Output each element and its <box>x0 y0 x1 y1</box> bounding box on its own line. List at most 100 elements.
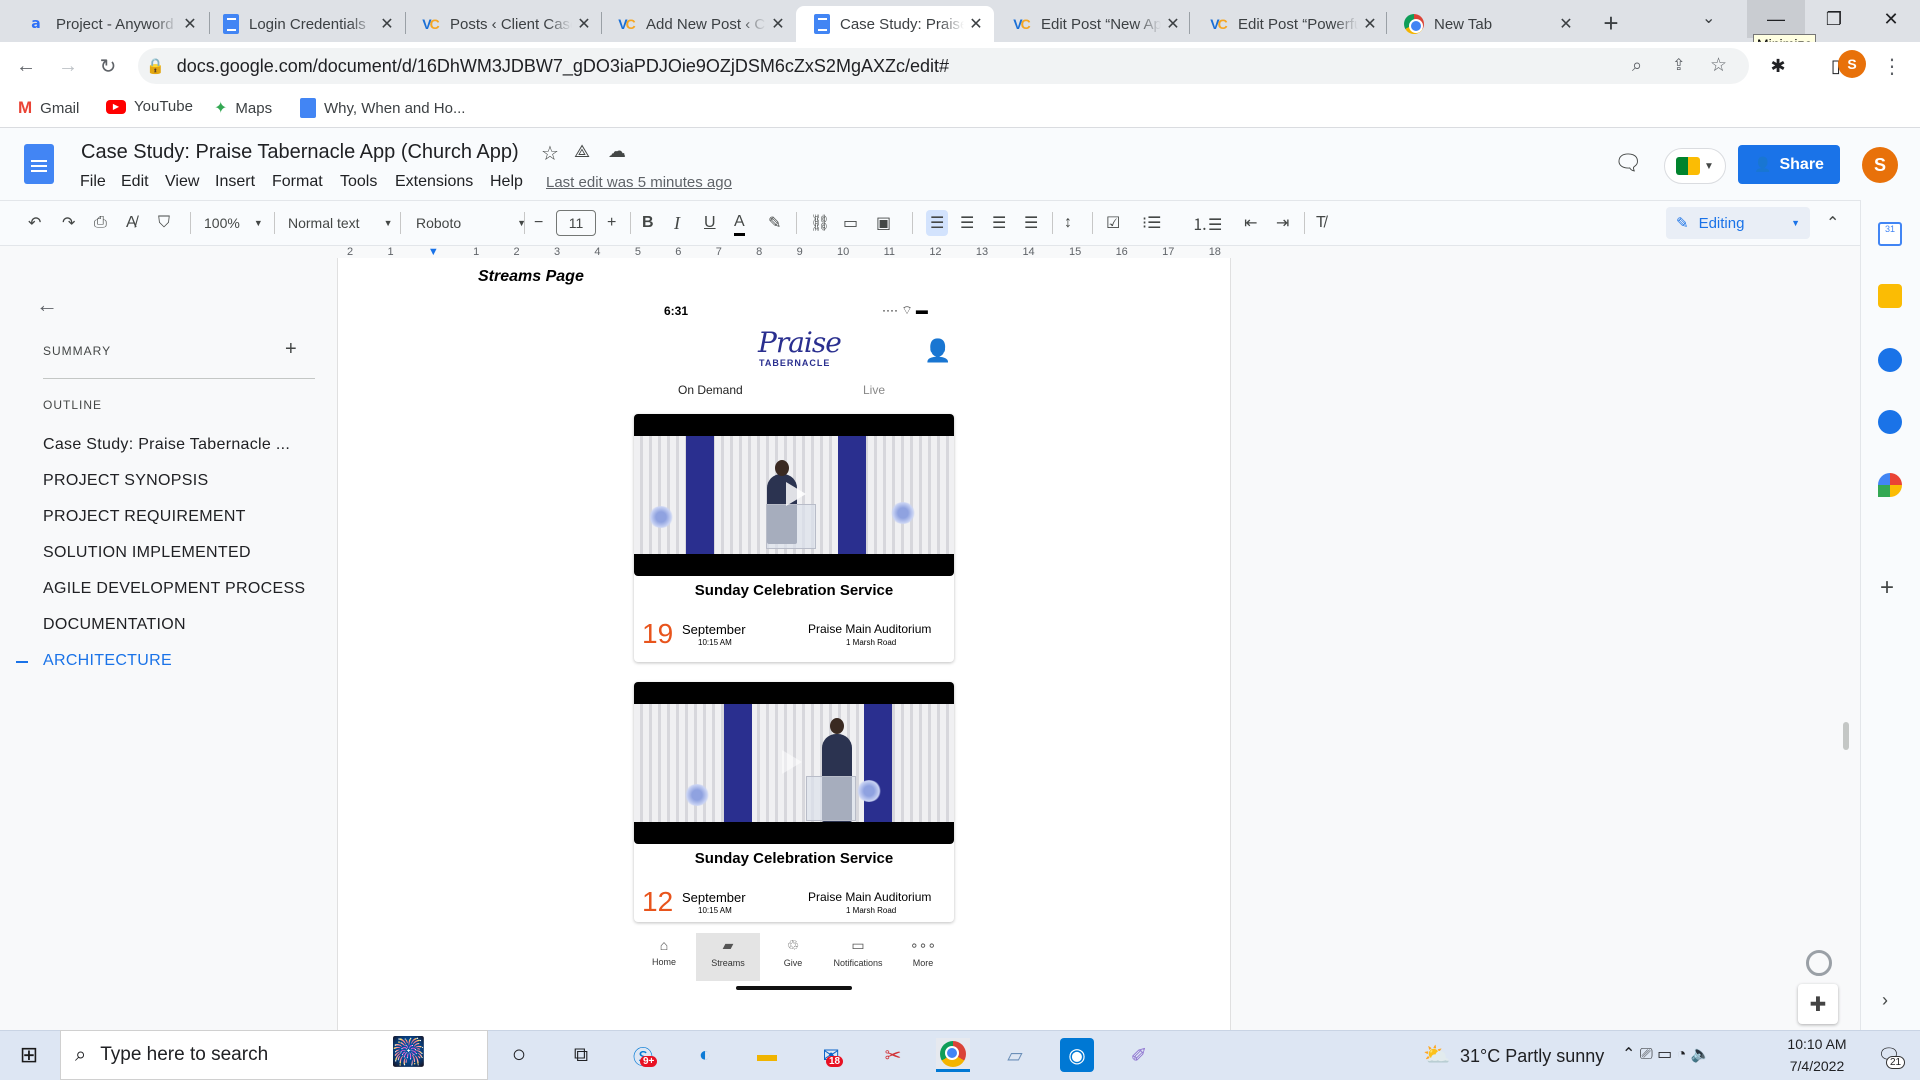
url-text[interactable]: docs.google.com/document/d/16DhWM3JDBW7_… <box>177 56 949 77</box>
outline-item[interactable]: PROJECT REQUIREMENT <box>43 508 246 526</box>
share-button[interactable]: 👤 Share <box>1738 145 1840 184</box>
menu-help[interactable]: Help <box>490 173 523 191</box>
decrease-font-size-icon[interactable]: − <box>534 210 543 236</box>
tab-login-credentials[interactable]: Login Credentials ✕ <box>205 6 405 42</box>
extensions-icon[interactable]: ✱ <box>1762 50 1794 82</box>
explore-button[interactable]: ✚ <box>1798 984 1838 1024</box>
tab-add-new-post[interactable]: VC Add New Post ‹ C ✕ <box>598 6 796 42</box>
back-arrow-icon[interactable]: ← <box>36 292 58 318</box>
new-tab-button[interactable]: + <box>1594 6 1628 40</box>
clear-formatting-icon[interactable]: T̸ <box>1316 210 1326 236</box>
address-bar[interactable]: 🔒 docs.google.com/document/d/16DhWM3JDBW… <box>138 48 1749 84</box>
bookmark-gmail[interactable]: M Gmail <box>18 98 79 118</box>
bookmark-star-icon[interactable]: ☆ <box>1710 54 1727 77</box>
outline-item[interactable]: Case Study: Praise Tabernacle ... <box>43 436 290 454</box>
close-icon[interactable]: ✕ <box>178 14 202 34</box>
close-icon[interactable]: ✕ <box>572 14 596 34</box>
tab-anyword[interactable]: a Project - Anyword ✕ <box>8 6 208 42</box>
move-to-drive-icon[interactable]: ⟁ <box>574 141 590 162</box>
close-icon[interactable]: ✕ <box>1358 14 1382 34</box>
justify-icon[interactable]: ☰ <box>1024 210 1038 236</box>
close-icon[interactable]: ✕ <box>1554 14 1578 34</box>
decrease-indent-icon[interactable]: ⇤ <box>1244 210 1257 236</box>
tab-search-icon[interactable]: ⌄ <box>1702 8 1715 28</box>
keep-icon[interactable] <box>1878 284 1902 308</box>
clock-time[interactable]: 10:10 AM <box>1782 1036 1852 1052</box>
increase-font-size-icon[interactable]: + <box>607 210 616 236</box>
bookmark-youtube[interactable]: ▶ YouTube <box>106 98 193 115</box>
docs-logo-icon[interactable] <box>24 144 54 184</box>
link-icon[interactable]: ⛓ <box>810 210 830 236</box>
add-comment-icon[interactable]: ▭ <box>843 210 858 236</box>
calendar-icon[interactable]: 31 <box>1878 222 1902 246</box>
chrome-taskbar-icon[interactable] <box>936 1038 970 1072</box>
tab-new-tab[interactable]: New Tab ✕ <box>1386 6 1584 42</box>
scrollbar-thumb[interactable] <box>1843 722 1849 750</box>
menu-insert[interactable]: Insert <box>215 173 255 191</box>
bold-icon[interactable]: B <box>642 210 654 236</box>
close-icon[interactable]: ✕ <box>1161 14 1185 34</box>
zoom-icon[interactable]: ⌕ <box>1632 55 1642 76</box>
menu-extensions[interactable]: Extensions <box>395 173 473 191</box>
text-color-icon[interactable]: A <box>734 210 745 236</box>
undo-icon[interactable]: ↶ <box>28 210 41 236</box>
tab-edit-post-new[interactable]: VC Edit Post “New Ap ✕ <box>993 6 1191 42</box>
ruler[interactable]: 2 1 ▼ 1 2 3 4 5 6 7 8 9 10 11 12 13 14 1… <box>337 246 1231 258</box>
tab-edit-post-powerful[interactable]: VC Edit Post “Powerfu ✕ <box>1190 6 1388 42</box>
tray-icons[interactable]: ⌃ ⎚ ▭ ◔ 🔈 <box>1622 1044 1711 1064</box>
restore-button[interactable]: ❐ <box>1805 0 1863 38</box>
meet-button[interactable]: ▼ <box>1664 148 1726 184</box>
comment-history-icon[interactable]: 🗨 <box>1614 150 1642 176</box>
menu-edit[interactable]: Edit <box>121 173 149 191</box>
menu-view[interactable]: View <box>165 173 199 191</box>
grammarly-icon[interactable] <box>1806 950 1832 976</box>
back-icon[interactable]: ← <box>10 50 42 82</box>
align-right-icon[interactable]: ☰ <box>992 210 1006 236</box>
style-select[interactable]: Normal text ▼ <box>288 210 393 236</box>
underline-icon[interactable]: U <box>704 210 716 236</box>
add-summary-icon[interactable]: + <box>285 338 297 361</box>
increase-indent-icon[interactable]: ⇥ <box>1276 210 1289 236</box>
print-icon[interactable]: ⎙ <box>94 210 107 236</box>
windows-start-icon[interactable]: ⊞ <box>12 1038 46 1072</box>
contacts-icon[interactable] <box>1878 410 1902 434</box>
reload-icon[interactable]: ↻ <box>92 50 124 82</box>
profile-avatar[interactable]: S <box>1838 50 1866 78</box>
menu-tools[interactable]: Tools <box>340 173 377 191</box>
edge-icon[interactable]: ◐ <box>688 1038 722 1072</box>
spellcheck-icon[interactable]: A̸ <box>126 210 137 236</box>
close-window-button[interactable]: ✕ <box>1862 0 1920 38</box>
outline-item[interactable]: DOCUMENTATION <box>43 616 186 634</box>
cortana-icon[interactable]: ○ <box>502 1038 536 1072</box>
account-avatar[interactable]: S <box>1862 147 1898 183</box>
outline-item[interactable]: SOLUTION IMPLEMENTED <box>43 544 251 562</box>
italic-icon[interactable]: I <box>674 210 680 236</box>
star-icon[interactable]: ☆ <box>541 141 559 166</box>
share-page-icon[interactable]: ⇪ <box>1672 55 1685 75</box>
weather-text[interactable]: 31°C Partly sunny <box>1460 1046 1604 1067</box>
editing-mode-select[interactable]: ✎ Editing ▼ <box>1666 207 1810 239</box>
clock-date[interactable]: 7/4/2022 <box>1782 1058 1852 1074</box>
taskbar-search[interactable]: ⌕ Type here to search 🎆 <box>60 1030 488 1080</box>
outline-item-active[interactable]: ARCHITECTURE <box>43 652 172 670</box>
paint-format-icon[interactable]: ⛉ <box>158 210 170 236</box>
forward-icon[interactable]: → <box>52 50 84 82</box>
cloud-status-icon[interactable]: ☁ <box>608 141 626 162</box>
collapse-panel-icon[interactable]: › <box>1882 990 1888 1011</box>
outline-item[interactable]: AGILE DEVELOPMENT PROCESS <box>43 580 305 598</box>
chrome-menu-icon[interactable]: ⋮ <box>1876 50 1908 82</box>
tab-case-study[interactable]: Case Study: Praise ✕ <box>796 6 994 42</box>
snip-icon[interactable]: ✂ <box>876 1038 910 1072</box>
align-center-icon[interactable]: ☰ <box>960 210 974 236</box>
font-select[interactable]: Roboto ▼ <box>416 210 526 236</box>
close-icon[interactable]: ✕ <box>375 14 399 34</box>
checklist-icon[interactable]: ☑ <box>1106 210 1120 236</box>
task-view-icon[interactable]: ⧉ <box>564 1038 598 1072</box>
font-size-input[interactable]: 11 <box>556 210 596 236</box>
bookmark-why-when[interactable]: Why, When and Ho... <box>300 98 465 118</box>
maps-icon[interactable] <box>1878 473 1902 497</box>
notepad-icon[interactable]: ▱ <box>998 1038 1032 1072</box>
close-icon[interactable]: ✕ <box>964 14 988 34</box>
indent-marker-icon[interactable]: ▼ <box>428 246 439 258</box>
insert-image-icon[interactable]: ▣ <box>876 210 891 236</box>
